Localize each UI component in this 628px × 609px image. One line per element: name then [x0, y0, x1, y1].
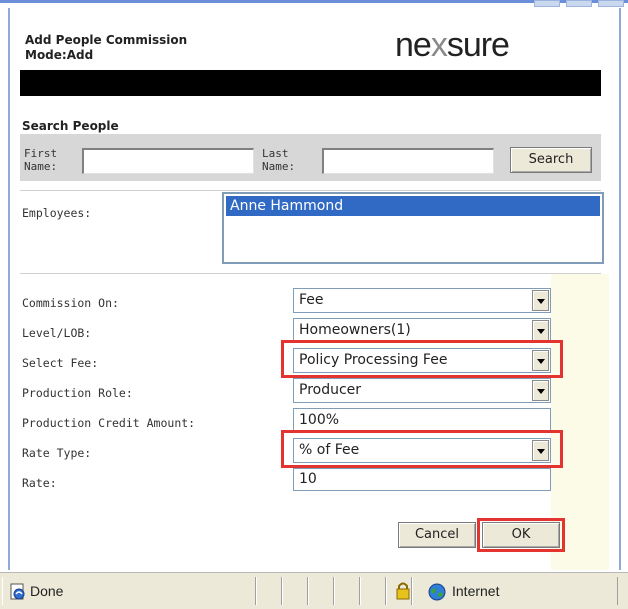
select-fee-highlight — [281, 340, 563, 378]
first-name-input[interactable] — [82, 148, 254, 174]
dialog-title-line: Add People Commission — [25, 33, 188, 47]
lock-icon — [396, 582, 410, 600]
search-button[interactable]: Search — [510, 147, 592, 173]
ok-button-highlight — [477, 518, 565, 552]
last-name-label-line: Last — [262, 147, 289, 160]
status-cell — [308, 577, 334, 605]
rate-label: Rate: — [22, 476, 57, 490]
logo-text: ne — [395, 26, 432, 64]
browser-status-bar: Done Internet — [0, 572, 628, 609]
last-name-label: Last Name: — [262, 147, 295, 173]
dropdown-arrow-icon[interactable] — [532, 290, 549, 311]
header-bar — [20, 70, 601, 96]
dropdown-arrow-icon[interactable] — [532, 380, 549, 401]
level-lob-value: Homeowners(1) — [299, 322, 411, 338]
page-done-icon — [10, 583, 25, 600]
status-cell — [256, 577, 282, 605]
rate-input[interactable]: 10 — [293, 468, 551, 491]
window-control-button[interactable] — [534, 0, 560, 7]
first-name-label-line: First — [24, 147, 58, 160]
production-role-select[interactable]: Producer — [293, 378, 551, 403]
status-cell — [282, 577, 308, 605]
status-text: Done — [30, 583, 64, 599]
employees-label: Employees: — [22, 206, 92, 220]
logo-x-mark: x — [430, 26, 448, 64]
rate-type-highlight — [281, 430, 563, 468]
employees-listbox[interactable]: Anne Hammond — [222, 192, 604, 264]
window-top-strip — [0, 0, 628, 8]
internet-globe-icon — [428, 583, 446, 601]
section-divider — [20, 190, 601, 191]
search-people-heading: Search People — [22, 119, 119, 133]
zone-text: Internet — [452, 583, 500, 599]
window-right-border — [619, 8, 621, 570]
nexsure-logo: nexsure — [395, 26, 510, 65]
employee-option-selected[interactable]: Anne Hammond — [226, 196, 600, 216]
window-control-button[interactable] — [566, 0, 592, 7]
logo-text: sure — [446, 26, 510, 64]
level-lob-label: Level/LOB: — [22, 326, 92, 340]
dialog-title: Add People Commission Mode:Add — [25, 33, 187, 63]
cancel-button[interactable]: Cancel — [398, 522, 476, 548]
production-role-value: Producer — [299, 382, 362, 398]
select-fee-label: Select Fee: — [22, 356, 99, 370]
last-name-label-line: Name: — [262, 160, 296, 173]
dropdown-arrow-icon[interactable] — [532, 320, 549, 341]
first-name-label: First Name: — [24, 147, 57, 173]
dialog-mode-line: Mode:Add — [25, 48, 94, 62]
section-divider — [20, 273, 601, 274]
window-control-button[interactable] — [598, 0, 624, 7]
rate-type-label: Rate Type: — [22, 446, 92, 460]
production-role-label: Production Role: — [22, 386, 133, 400]
status-cell — [360, 577, 386, 605]
production-credit-amount-label: Production Credit Amount: — [22, 416, 196, 430]
last-name-input[interactable] — [322, 148, 494, 174]
first-name-label-line: Name: — [24, 160, 58, 173]
status-cell — [334, 577, 360, 605]
commission-on-label: Commission On: — [22, 296, 119, 310]
commission-on-select[interactable]: Fee — [293, 288, 551, 313]
commission-on-value: Fee — [299, 292, 324, 308]
